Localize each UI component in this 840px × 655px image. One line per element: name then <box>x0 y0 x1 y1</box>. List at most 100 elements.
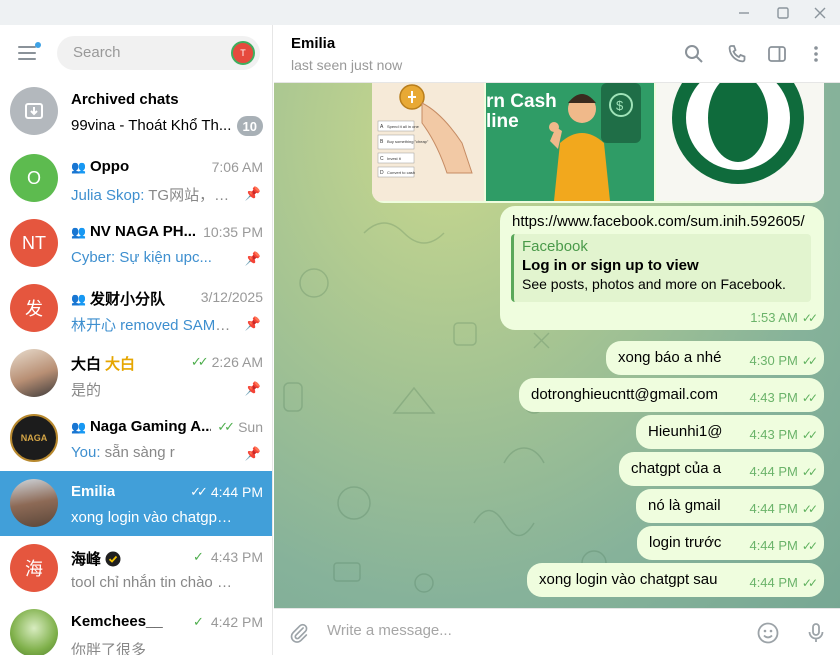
sidebar: T Archived chats 99vina - Thoát Khổ Th..… <box>0 25 273 655</box>
attach-button[interactable] <box>286 620 312 646</box>
account-avatar[interactable]: T <box>231 41 255 65</box>
chat-preview: 你胖了很多 <box>71 642 147 655</box>
chat-time: ✓✓ Sun <box>217 419 263 435</box>
search-input[interactable] <box>73 44 223 61</box>
message-bubble[interactable]: chatgpt của a 4:44 PM ✓✓ <box>619 452 824 486</box>
group-icon: 👥 <box>71 159 86 174</box>
chat-panel: Emilia last seen just now A B C D Spend … <box>274 25 840 655</box>
avatar <box>10 349 58 397</box>
message-meta: 4:44 PM ✓✓ <box>749 538 818 553</box>
album-photo-logo[interactable] <box>656 83 824 201</box>
chat-time: 10:35 PM <box>203 224 263 240</box>
search-button[interactable] <box>682 42 706 66</box>
message-input[interactable] <box>327 622 727 639</box>
message-meta: 4:44 PM ✓✓ <box>749 501 818 516</box>
chat-name-text: 海峰 <box>71 551 102 568</box>
maximize-button[interactable] <box>763 0 803 25</box>
main-menu-button[interactable] <box>16 42 41 63</box>
read-check-icon: ✓✓ <box>801 427 818 442</box>
read-check-icon: ✓✓ <box>801 353 818 368</box>
time-text: Sun <box>238 419 263 435</box>
close-button[interactable] <box>800 0 840 25</box>
chat-item-archived[interactable]: Archived chats 99vina - Thoát Khổ Th... … <box>0 79 272 144</box>
message-time: 4:44 PM <box>749 464 798 479</box>
link-message-bubble[interactable]: https://www.facebook.com/sum.inih.592605… <box>500 206 824 330</box>
message-text: Hieunhi1@ <box>648 423 723 440</box>
chat-item-haifeng[interactable]: 海 海峰 ✓ 4:43 PM tool chỉ nhắn tin chào mừ.… <box>0 536 272 601</box>
chat-item-emilia[interactable]: Emilia ✓✓ 4:44 PM xong login vào chatgpt … <box>0 471 272 536</box>
svg-text:line: line <box>486 111 519 132</box>
sender-name: Julia Skop: <box>71 187 145 204</box>
chat-name: 👥 发财小分队 <box>71 288 165 309</box>
chat-time: ✓ 4:43 PM <box>193 549 263 565</box>
chat-preview: Cyber: Sự kiện upc... <box>71 249 212 266</box>
album-photo-quiz[interactable]: A B C D Spend it all in one Buy somethin… <box>372 83 484 201</box>
message-meta: 4:43 PM ✓✓ <box>749 390 818 405</box>
message-area[interactable]: A B C D Spend it all in one Buy somethin… <box>274 83 840 608</box>
svg-text:$: $ <box>616 98 624 113</box>
chat-item-facai[interactable]: 发 👥 发财小分队 3/12/2025 林开心 removed SAMA... 📌 <box>0 276 272 341</box>
minimize-button[interactable] <box>724 0 764 25</box>
chat-item-naga-gaming[interactable]: NAGA 👥 Naga Gaming A... ✓✓ Sun You: sẵn sà… <box>0 406 272 471</box>
message-bubble[interactable]: xong báo a nhé 4:30 PM ✓✓ <box>606 341 824 375</box>
chat-time: ✓✓ 4:44 PM <box>190 484 263 500</box>
chat-name: 👥 Oppo <box>71 158 129 175</box>
chat-title[interactable]: Emilia <box>291 35 335 52</box>
group-icon: 👥 <box>71 291 86 306</box>
link-preview-description: See posts, photos and more on Facebook. <box>522 276 786 292</box>
quiz-image: A B C D Spend it all in one Buy somethin… <box>377 84 473 178</box>
close-icon <box>814 7 826 18</box>
preview-text: Sự kiện upc... <box>115 249 212 266</box>
message-bubble[interactable]: xong login vào chatgpt sau 4:44 PM ✓✓ <box>527 563 824 597</box>
sent-check-icon: ✓ <box>192 549 204 564</box>
sidebar-toggle-button[interactable] <box>765 42 789 66</box>
link-preview-card[interactable]: Facebook Log in or sign up to view See p… <box>511 234 811 302</box>
read-check-icon: ✓✓ <box>801 310 818 325</box>
message-email-link[interactable]: dotronghieucntt@gmail.com <box>531 386 718 403</box>
read-check-icon: ✓✓ <box>801 464 818 479</box>
voice-message-button[interactable] <box>803 620 829 646</box>
message-bubble[interactable]: dotronghieucntt@gmail.com 4:43 PM ✓✓ <box>519 378 824 412</box>
call-button[interactable] <box>725 42 749 66</box>
chat-name: Archived chats <box>71 91 179 108</box>
quiz-step-text: Buy something "cheap" <box>387 139 429 144</box>
read-check-icon: ✓✓ <box>801 501 818 516</box>
message-time: 1:53 AM <box>750 310 798 325</box>
message-link[interactable]: https://www.facebook.com/sum.inih.592605… <box>512 213 805 230</box>
message-meta: 4:43 PM ✓✓ <box>749 427 818 442</box>
photo-album-message[interactable]: A B C D Spend it all in one Buy somethin… <box>372 83 824 203</box>
svg-text:D: D <box>380 170 384 176</box>
message-meta: 1:53 AM ✓✓ <box>750 310 818 325</box>
album-photo-earn-cash[interactable]: rn Cash line $ <box>486 83 654 201</box>
search-box[interactable]: T <box>57 36 260 70</box>
chat-item-oppo[interactable]: O 👥 Oppo 7:06 AM Julia Skop: TG网站，我... 📌 <box>0 146 272 211</box>
chat-item-nv-naga[interactable]: NT 👥 NV NAGA PH... 10:35 PM Cyber: Sự kiệ… <box>0 211 272 276</box>
message-text: nó là gmail <box>648 497 721 514</box>
emoji-button[interactable] <box>755 620 781 646</box>
chat-name-text: Naga Gaming A... <box>89 418 211 435</box>
message-bubble[interactable]: login trước 4:44 PM ✓✓ <box>637 526 824 560</box>
microphone-icon <box>808 623 824 642</box>
pin-icon: 📌 <box>244 446 261 461</box>
archive-avatar <box>10 87 58 135</box>
sender-name: You: <box>71 444 101 461</box>
group-icon: 👥 <box>71 224 86 239</box>
message-time: 4:30 PM <box>749 353 798 368</box>
unread-badge: 10 <box>236 116 263 136</box>
logo-image <box>656 83 824 201</box>
read-check-icon: ✓✓ <box>190 354 209 369</box>
time-text: 4:43 PM <box>210 549 263 565</box>
message-bubble[interactable]: Hieunhi1@ 4:43 PM ✓✓ <box>636 415 824 449</box>
message-bubble[interactable]: nó là gmail 4:44 PM ✓✓ <box>636 489 824 523</box>
chat-preview: You: sẵn sàng r <box>71 444 175 461</box>
chat-item-kemchees[interactable]: Kemchees__ ✓ 4:42 PM 你胖了很多 <box>0 601 272 655</box>
side-panel-icon <box>768 46 786 62</box>
minimize-icon <box>739 11 749 14</box>
time-text: 2:26 AM <box>211 354 263 370</box>
sender-name: Cyber: <box>71 249 116 266</box>
last-seen-status: last seen just now <box>291 57 403 73</box>
message-text: chatgpt của a <box>631 460 722 477</box>
more-options-button[interactable] <box>804 42 828 66</box>
chat-item-dabai[interactable]: 大白 大白 ✓✓ 2:26 AM 是的 📌 <box>0 341 272 406</box>
chat-name-text: NV NAGA PH... <box>89 223 197 240</box>
